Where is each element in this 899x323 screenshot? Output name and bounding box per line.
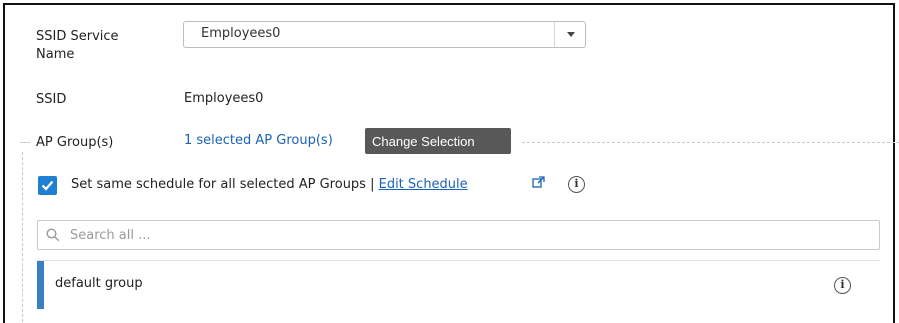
edit-schedule-link[interactable]: Edit Schedule: [379, 177, 468, 192]
ssid-service-name-dropdown[interactable]: Employees0: [183, 21, 586, 48]
divider: [22, 152, 23, 322]
search-box: [37, 220, 880, 250]
search-icon: [46, 228, 60, 242]
info-icon[interactable]: i: [568, 176, 585, 193]
info-icon[interactable]: i: [834, 277, 851, 294]
change-selection-button[interactable]: Change Selection: [365, 128, 511, 154]
ssid-label: SSID: [36, 92, 67, 107]
divider: [522, 142, 899, 143]
chevron-down-icon[interactable]: [567, 32, 575, 37]
same-schedule-checkbox[interactable]: [38, 176, 57, 195]
ssid-value: Employees0: [184, 91, 264, 106]
ap-groups-label: AP Group(s): [36, 135, 114, 150]
dropdown-selected-value: Employees0: [201, 26, 281, 41]
dropdown-separator: [554, 22, 555, 47]
list-item[interactable]: default group i: [37, 260, 880, 309]
group-name: default group: [55, 276, 143, 291]
selected-indicator: [37, 261, 44, 309]
same-schedule-text: Set same schedule for all selected AP Gr…: [71, 177, 375, 192]
external-link-icon[interactable]: [532, 176, 545, 189]
ssid-service-name-label: SSID Service Name: [36, 28, 119, 64]
divider: [20, 142, 30, 143]
selected-ap-groups-link[interactable]: 1 selected AP Group(s): [184, 133, 333, 148]
ssid-service-name-label-line1: SSID Service: [36, 29, 119, 44]
search-input[interactable]: [70, 225, 860, 245]
ssid-service-name-label-line2: Name: [36, 47, 75, 62]
same-schedule-label: Set same schedule for all selected AP Gr…: [71, 177, 468, 192]
check-icon: [41, 180, 54, 191]
